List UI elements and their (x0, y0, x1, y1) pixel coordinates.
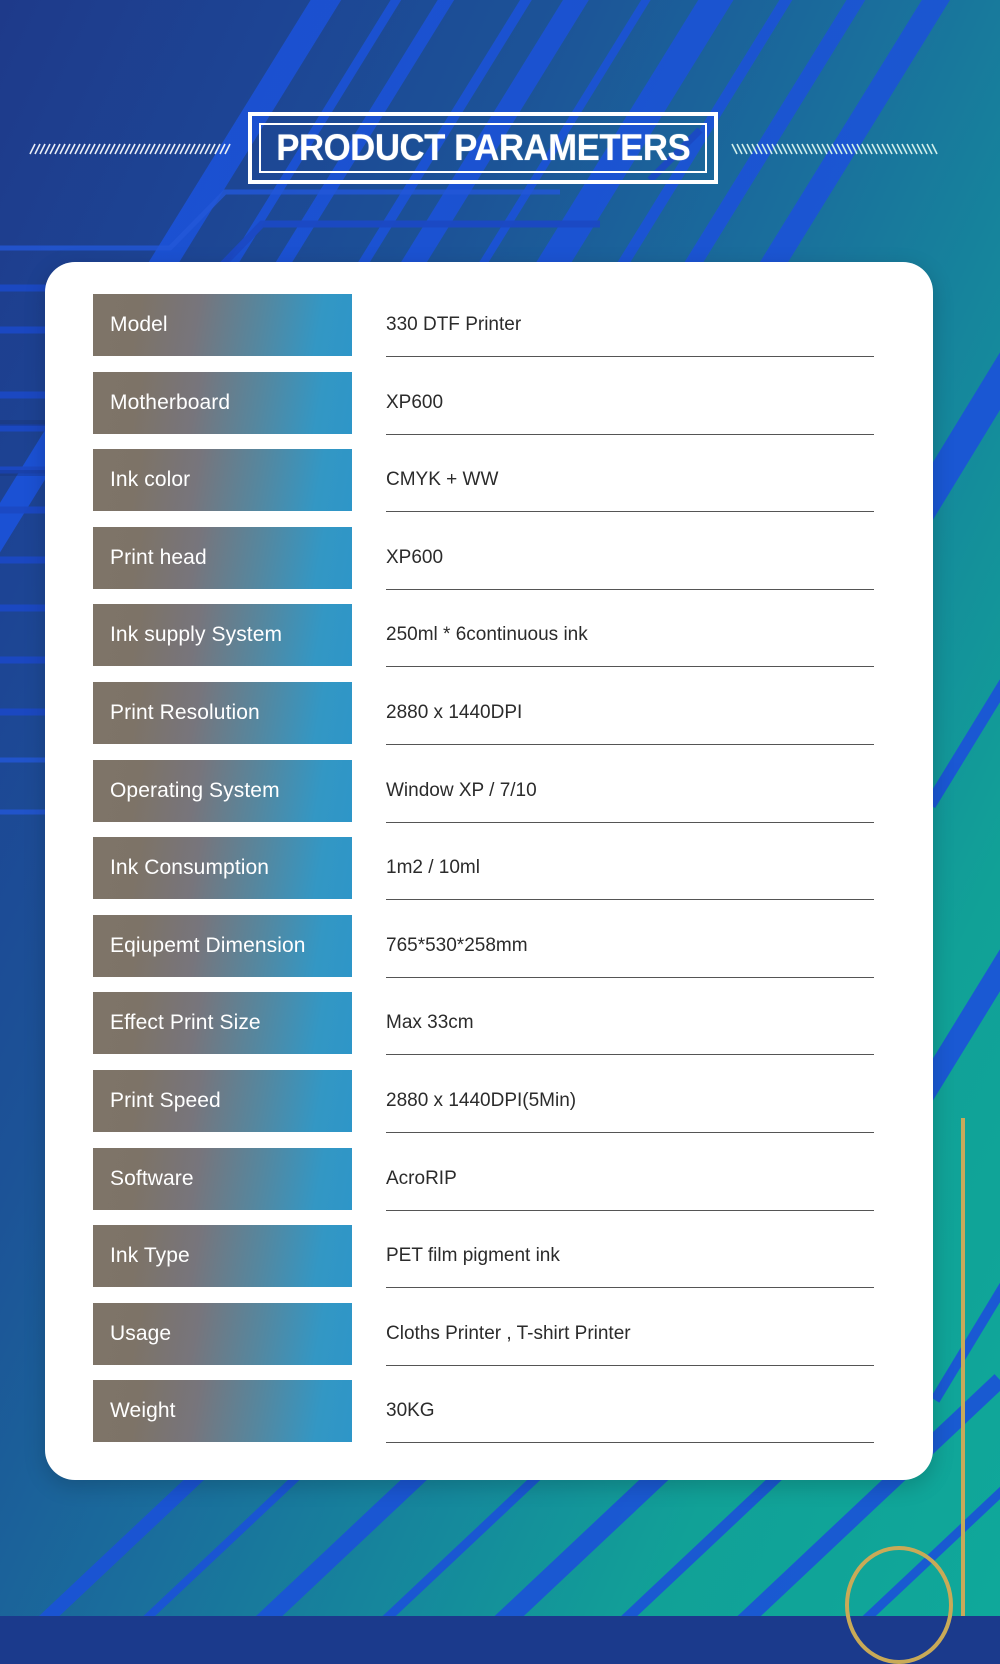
table-row: Usage Cloths Printer , T-shirt Printer (45, 1302, 933, 1365)
spec-value-cell: XP600 (386, 527, 876, 589)
spec-row-divider (386, 1132, 874, 1133)
spec-value-cell: 765*530*258mm (386, 915, 876, 977)
table-row: Ink color CMYK + WW (45, 449, 933, 512)
spec-value-cell: 1m2 / 10ml (386, 837, 876, 899)
spec-label-text: Ink Type (110, 1244, 190, 1268)
spec-value-cell: 30KG (386, 1380, 876, 1442)
table-row: Operating System Window XP / 7/10 (45, 759, 933, 822)
spec-label-chip: Eqiupemt Dimension (93, 914, 352, 977)
spec-label-text: Ink supply System (110, 623, 283, 647)
spec-label-text: Ink color (110, 468, 191, 492)
spec-label-text: Model (110, 313, 168, 336)
hatch-ticks-left-icon (29, 143, 231, 155)
spec-value-cell: Max 33cm (386, 992, 876, 1054)
spec-value-text: CMYK + WW (386, 469, 499, 491)
spec-label-chip: Usage (93, 1302, 352, 1365)
spec-value-cell: AcroRIP (386, 1148, 876, 1210)
spec-label-chip: Weight (93, 1380, 352, 1443)
spec-label-chip: Software (93, 1147, 352, 1210)
spec-row-divider (386, 356, 874, 357)
spec-label-text: Eqiupemt Dimension (110, 933, 306, 957)
spec-card: Model 330 DTF Printer Motherboard XP600 Ink … (45, 262, 933, 1480)
table-row: Ink Consumption 1m2 / 10ml (45, 837, 933, 900)
spec-value-cell: CMYK + WW (386, 449, 876, 511)
spec-label-chip: Print Speed (93, 1070, 352, 1132)
spec-value-cell: 2880 x 1440DPI(5Min) (386, 1070, 876, 1132)
table-row: Weight 30KG (45, 1380, 933, 1443)
spec-label-text: Usage (110, 1321, 172, 1345)
spec-value-text: 765*530*258mm (386, 934, 528, 956)
table-row: Model 330 DTF Printer (45, 294, 933, 356)
spec-label-chip: Motherboard (93, 371, 352, 434)
gold-accent-line (961, 1118, 965, 1616)
page-title-frame: PRODUCT PARAMETERS (248, 112, 718, 184)
spec-row-divider (386, 1054, 874, 1056)
spec-label-chip: Ink Type (93, 1225, 352, 1288)
gold-accent-circle (845, 1546, 953, 1664)
spec-row-divider (386, 1209, 874, 1211)
spec-value-text: AcroRIP (386, 1167, 457, 1189)
table-row: Software AcroRIP (45, 1147, 933, 1210)
spec-value-text: Cloths Printer , T-shirt Printer (386, 1322, 631, 1344)
spec-row-divider (386, 1442, 874, 1444)
spec-row-divider (386, 1364, 874, 1366)
hatch-ticks-right-icon (731, 143, 938, 155)
spec-label-text: Print Speed (110, 1089, 221, 1112)
table-row: Motherboard XP600 (45, 371, 933, 434)
spec-label-chip: Ink color (93, 449, 352, 512)
spec-value-cell: Window XP / 7/10 (386, 760, 876, 822)
spec-value-text: XP600 (386, 391, 444, 413)
table-row: Print head XP600 (45, 526, 933, 589)
spec-label-chip: Model (93, 294, 352, 356)
spec-row-divider (386, 666, 874, 668)
spec-value-text: XP600 (386, 546, 444, 568)
spec-value-text: Window XP / 7/10 (386, 779, 537, 801)
spec-value-cell: 330 DTF Printer (386, 294, 876, 356)
table-row: Eqiupemt Dimension 765*530*258mm (45, 914, 933, 977)
spec-label-chip: Operating System (93, 759, 352, 822)
table-row: Effect Print Size Max 33cm (45, 992, 933, 1055)
table-row: Print Speed 2880 x 1440DPI(5Min) (45, 1070, 933, 1132)
spec-row-divider (386, 821, 874, 823)
spec-label-text: Ink Consumption (110, 856, 270, 880)
page-title: PRODUCT PARAMETERS (275, 127, 691, 168)
spec-label-chip: Print Resolution (93, 682, 352, 744)
spec-row-divider (386, 433, 874, 435)
spec-value-text: Max 33cm (386, 1012, 474, 1034)
spec-label-text: Effect Print Size (110, 1011, 261, 1035)
spec-row-divider (386, 511, 874, 513)
spec-row-divider (386, 588, 874, 590)
spec-label-chip: Ink Consumption (93, 837, 352, 900)
spec-value-text: 2880 x 1440DPI(5Min) (386, 1090, 577, 1111)
spec-label-text: Software (110, 1166, 194, 1190)
table-row: Ink supply System 250ml * 6continuous ink (45, 604, 933, 667)
spec-row-divider (386, 899, 874, 901)
spec-row-divider (386, 744, 874, 745)
spec-row-divider (386, 976, 874, 978)
spec-row-divider (386, 1287, 874, 1289)
table-row: Ink Type PET film pigment ink (45, 1225, 933, 1288)
spec-label-text: Operating System (110, 778, 280, 802)
spec-value-cell: XP600 (386, 372, 876, 434)
spec-label-chip: Ink supply System (93, 604, 352, 667)
spec-value-text: PET film pigment ink (386, 1245, 560, 1267)
spec-value-text: 2880 x 1440DPI (386, 702, 523, 723)
spec-label-text: Weight (110, 1399, 176, 1423)
spec-value-cell: Cloths Printer , T-shirt Printer (386, 1303, 876, 1365)
table-row: Print Resolution 2880 x 1440DPI (45, 682, 933, 744)
spec-label-text: Motherboard (110, 390, 231, 414)
spec-label-text: Print Resolution (110, 701, 260, 724)
spec-value-text: 250ml * 6continuous ink (386, 624, 588, 646)
header: PRODUCT PARAMETERS (0, 0, 1000, 262)
spec-value-cell: 2880 x 1440DPI (386, 682, 876, 744)
spec-value-text: 330 DTF Printer (386, 314, 522, 335)
spec-value-cell: PET film pigment ink (386, 1225, 876, 1287)
spec-value-text: 1m2 / 10ml (386, 857, 480, 879)
spec-label-text: Print head (110, 545, 207, 569)
spec-label-chip: Print head (93, 526, 352, 589)
spec-value-text: 30KG (386, 1400, 435, 1422)
spec-value-cell: 250ml * 6continuous ink (386, 604, 876, 666)
spec-label-chip: Effect Print Size (93, 992, 352, 1055)
